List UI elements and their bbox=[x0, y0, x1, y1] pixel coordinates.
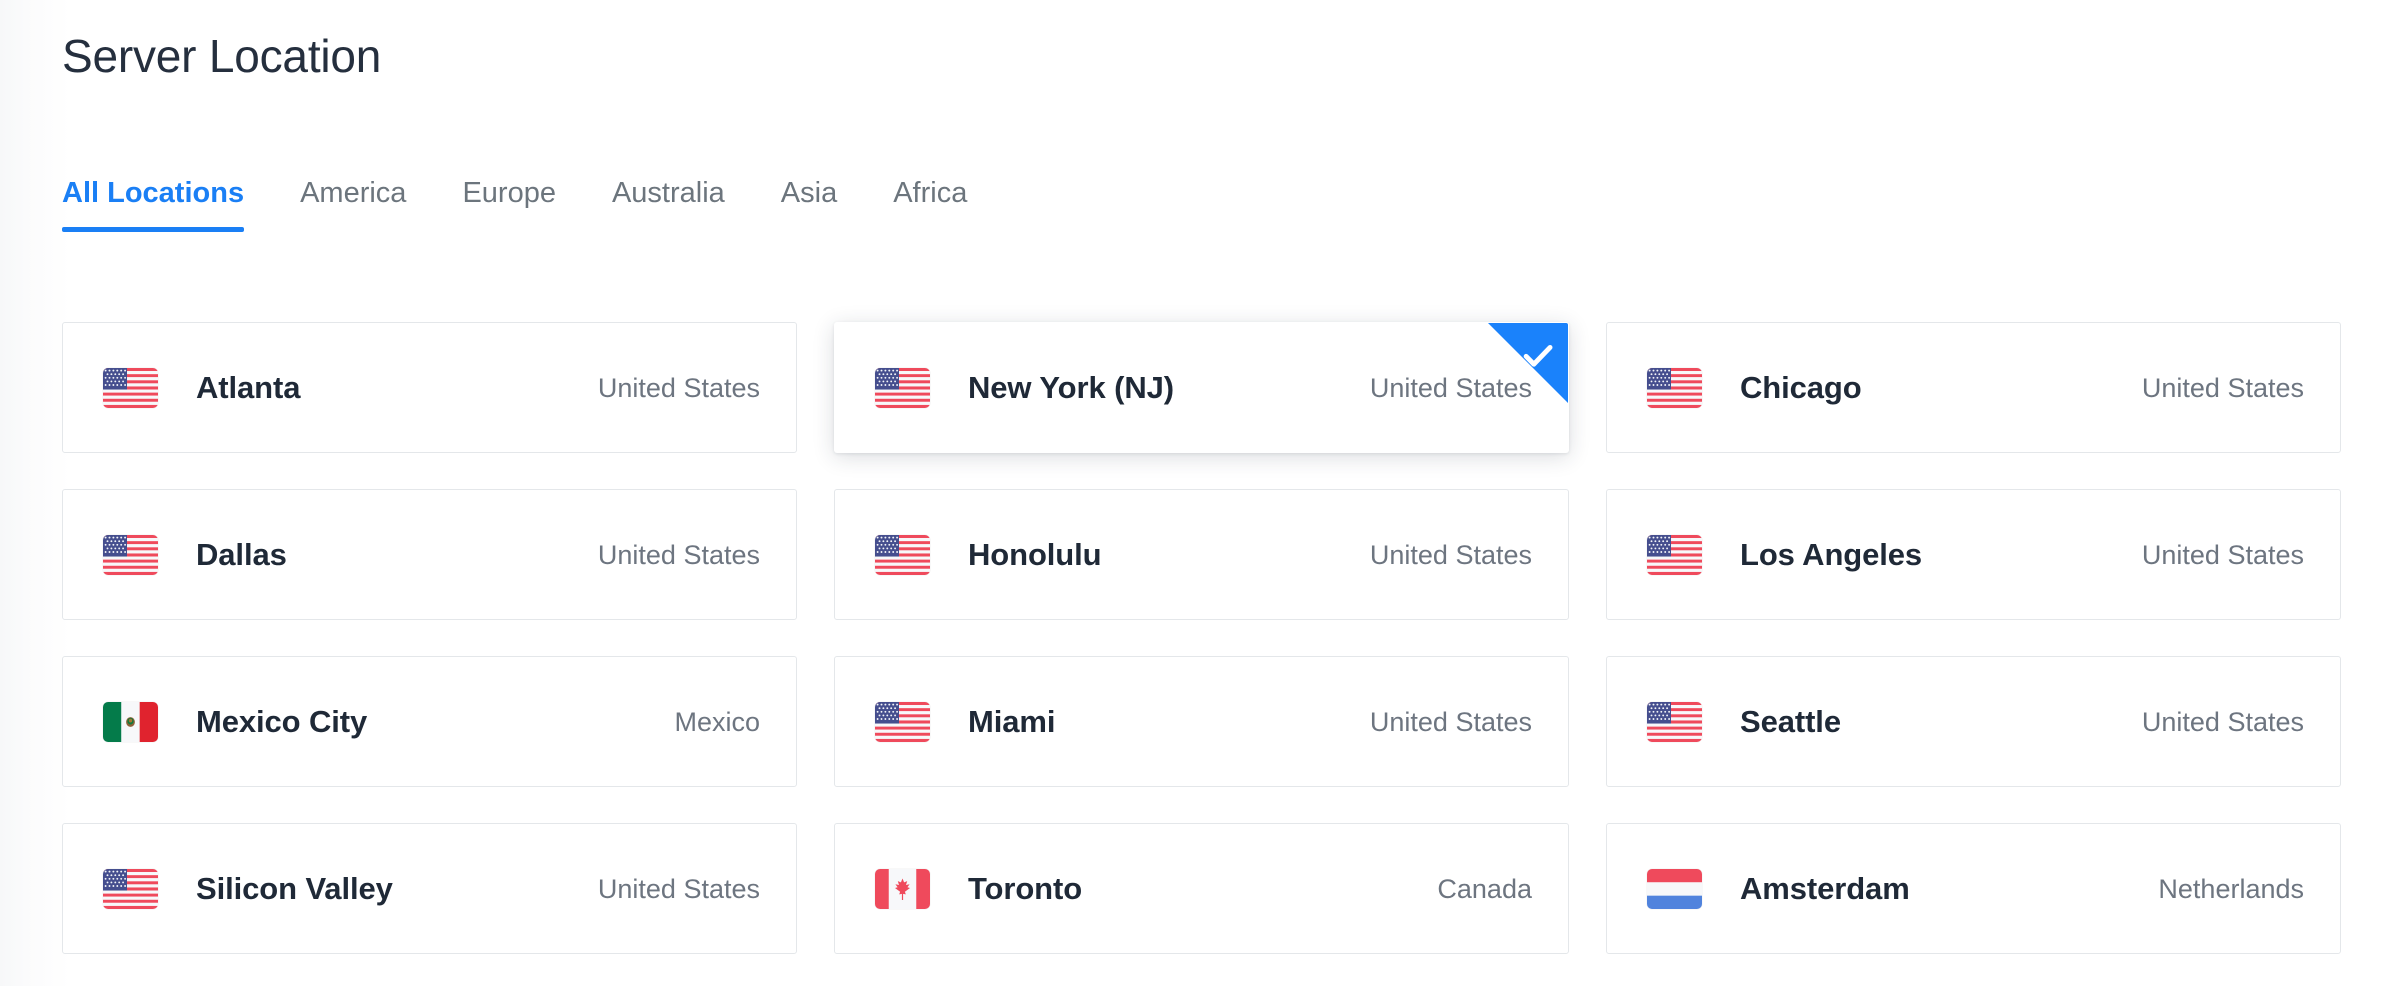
location-card-grid: Atlanta United States New York (NJ) United … bbox=[62, 322, 2341, 954]
location-country-label: United States bbox=[1369, 539, 1532, 570]
location-city-label: Dallas bbox=[196, 536, 287, 572]
location-city-label: Mexico City bbox=[196, 703, 368, 739]
tab-africa[interactable]: Africa bbox=[865, 176, 995, 232]
page-title: Server Location bbox=[62, 30, 382, 82]
location-country-label: Mexico bbox=[674, 706, 760, 737]
location-city-label: Seattle bbox=[1740, 703, 1841, 739]
location-city-label: Honolulu bbox=[968, 536, 1102, 572]
location-card[interactable]: Silicon Valley United States bbox=[62, 823, 797, 954]
tab-australia[interactable]: Australia bbox=[584, 176, 753, 232]
check-icon bbox=[1523, 344, 1553, 367]
flag-nl-icon bbox=[1647, 868, 1702, 909]
location-card[interactable]: Atlanta United States bbox=[62, 322, 797, 453]
flag-us-icon bbox=[103, 367, 158, 408]
location-card[interactable]: Seattle United States bbox=[1606, 656, 2341, 787]
location-city-label: New York (NJ) bbox=[968, 369, 1174, 405]
flag-us-icon bbox=[103, 868, 158, 909]
location-country-label: United States bbox=[1369, 372, 1532, 403]
location-card[interactable]: Honolulu United States bbox=[834, 489, 1569, 620]
location-city-label: Silicon Valley bbox=[196, 870, 393, 906]
location-card[interactable]: Dallas United States bbox=[62, 489, 797, 620]
location-country-label: United States bbox=[597, 372, 760, 403]
flag-us-icon bbox=[875, 367, 930, 408]
location-country-label: United States bbox=[2141, 706, 2304, 737]
location-city-label: Miami bbox=[968, 703, 1056, 739]
location-country-label: United States bbox=[597, 873, 760, 904]
flag-us-icon bbox=[1647, 534, 1702, 575]
location-city-label: Amsterdam bbox=[1740, 870, 1910, 906]
location-card[interactable]: Chicago United States bbox=[1606, 322, 2341, 453]
location-card[interactable]: Amsterdam Netherlands bbox=[1606, 823, 2341, 954]
flag-ca-icon bbox=[875, 868, 930, 909]
location-country-label: United States bbox=[597, 539, 760, 570]
location-card[interactable]: Los Angeles United States bbox=[1606, 489, 2341, 620]
server-location-page: Server Location All Locations America Euro… bbox=[0, 0, 2400, 986]
tab-america[interactable]: America bbox=[272, 176, 434, 232]
location-country-label: Canada bbox=[1437, 873, 1532, 904]
tab-europe[interactable]: Europe bbox=[434, 176, 584, 232]
location-city-label: Toronto bbox=[968, 870, 1083, 906]
location-country-label: Netherlands bbox=[2158, 873, 2304, 904]
location-city-label: Chicago bbox=[1740, 369, 1862, 405]
location-filter-tabs: All Locations America Europe Australia Asia A… bbox=[62, 170, 995, 232]
location-city-label: Los Angeles bbox=[1740, 536, 1923, 572]
location-country-label: United States bbox=[2141, 372, 2304, 403]
flag-mx-icon bbox=[103, 701, 158, 742]
location-card[interactable]: New York (NJ) United States bbox=[834, 322, 1569, 453]
flag-us-icon bbox=[875, 534, 930, 575]
location-card[interactable]: Mexico City Mexico bbox=[62, 656, 797, 787]
location-card[interactable]: Toronto Canada bbox=[834, 823, 1569, 954]
flag-us-icon bbox=[1647, 367, 1702, 408]
location-country-label: United States bbox=[2141, 539, 2304, 570]
tab-asia[interactable]: Asia bbox=[753, 176, 865, 232]
location-country-label: United States bbox=[1369, 706, 1532, 737]
flag-us-icon bbox=[1647, 701, 1702, 742]
location-city-label: Atlanta bbox=[196, 369, 301, 405]
tab-all-locations[interactable]: All Locations bbox=[62, 176, 272, 232]
location-card[interactable]: Miami United States bbox=[834, 656, 1569, 787]
flag-us-icon bbox=[875, 701, 930, 742]
flag-us-icon bbox=[103, 534, 158, 575]
